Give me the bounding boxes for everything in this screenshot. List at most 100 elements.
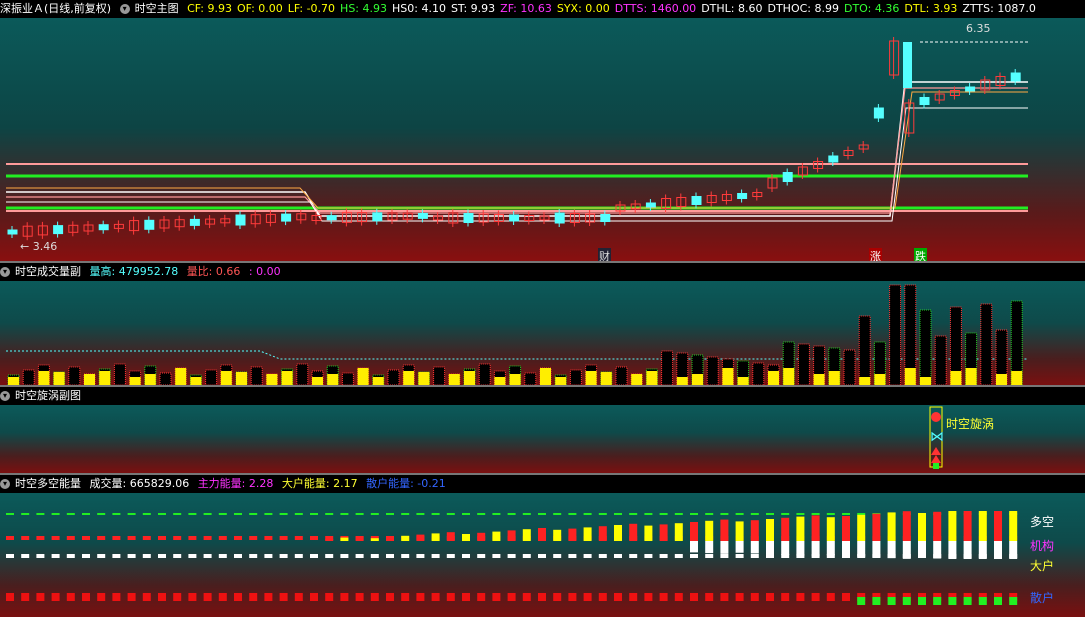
volume-bar-fill [418,372,430,385]
vortex-signal-label: 时空旋涡 [946,417,995,431]
indicator-values: CF: 9.93 OF: 0.00 LF: -0.70 HS: 4.93 HS0: 4.… [187,2,1041,15]
vortex-title[interactable]: 时空旋涡副图 [15,389,81,402]
volume-bar-fill [357,368,369,385]
energy-bar-white [872,541,881,558]
energy-dash [690,513,698,515]
candle-body [189,218,200,226]
energy-white-mark [112,554,121,558]
energy-dash [401,513,410,515]
energy-bar [735,521,744,541]
candle-body [417,212,428,219]
energy-dash [674,513,683,515]
energy-bottom-mark [720,593,729,601]
energy-bottom-mark [51,593,60,601]
energy-bottom-mark [462,593,470,601]
energy-bar [325,538,334,541]
energy-green-mark [963,597,972,605]
indicator-name[interactable]: 时空主图 [135,2,179,15]
energy-menu-icon[interactable]: ▾ [0,479,10,489]
volume-bar-fill [1011,371,1023,385]
energy-bottom-mark [203,593,212,601]
energy-bottom-mark [142,593,151,601]
energy-dash [294,513,303,515]
tag-finance[interactable]: 财 [598,248,611,262]
energy-bottom-mark [340,593,349,601]
energy-white-mark [750,554,759,558]
candle-body [919,97,930,105]
candle-body [98,224,109,231]
candle-body [281,213,292,222]
energy-red-mark [97,536,106,540]
volume-title[interactable]: 时空成交量副 [15,265,81,278]
tag-rise[interactable]: 涨 [869,248,882,262]
energy-red-mark [264,536,273,540]
volume-bar-fill [494,377,506,385]
energy-white-mark [614,554,622,558]
energy-white-mark [766,554,774,558]
energy-bar [370,538,379,541]
energy-dash [310,513,318,515]
volume-bar-fill [327,374,339,385]
energy-bar-white [963,541,972,559]
volume-bar-fill [722,368,734,385]
volume-bar-fill [8,377,19,385]
volume-header: ▾ 时空成交量副 量高: 479952.78 量比: 0.66 : 0.00 [0,263,1085,281]
tag-fall[interactable]: 跌 [914,248,927,262]
energy-dash [264,513,273,515]
vortex-header: ▾ 时空旋涡副图 [0,387,1085,405]
energy-red-mark [127,536,136,540]
energy-dash [553,513,562,515]
volume-panel[interactable]: ▾ 时空成交量副 量高: 479952.78 量比: 0.66 : 0.00 [0,263,1085,385]
energy-dash [279,513,288,515]
indicator-value: DTHOC: 8.99 [767,2,839,15]
energy-dash [325,513,334,515]
energy-dash [355,513,364,515]
energy-dash [522,513,531,515]
energy-white-mark [218,554,227,558]
volume-bar [205,369,218,385]
energy-legend-retail: 散户 [1030,591,1055,605]
energy-bottom-mark [310,593,318,601]
energy-red-mark [142,536,151,540]
energy-white-mark [234,554,242,558]
vortex-area: ⋈ 时空旋涡 [0,405,1085,473]
vortex-menu-icon[interactable]: ▾ [0,391,10,401]
vortex-panel[interactable]: ▾ 时空旋涡副图 ⋈ 时空旋涡 [0,387,1085,473]
energy-dash [796,513,805,515]
energy-bar-white [902,541,911,559]
energy-bottom-mark [477,593,486,601]
energy-dash [416,513,425,515]
energy-bottom-mark [826,593,835,601]
energy-bottom-mark [264,593,273,601]
energy-white-mark [659,554,668,558]
volume-bar-fill [646,371,658,385]
energy-bottom-mark [583,593,592,601]
indicator-value: SYX: 0.00 [556,2,610,15]
energy-white-mark [735,554,744,558]
volume-bar-fill [266,374,278,385]
energy-green-mark [933,597,942,605]
energy-bar-white [918,541,926,558]
indicator-menu-icon[interactable]: ▾ [119,4,130,14]
vortex-marker [933,463,939,469]
energy-bar [766,519,774,541]
energy-title[interactable]: 时空多空能量 [15,477,81,490]
energy-panel[interactable]: ▾ 时空多空能量 成交量: 665829.06 主力能量: 2.28 大户能量: … [0,475,1085,617]
energy-bar [492,531,501,541]
energy-white-mark [644,554,653,558]
energy-white-mark [6,554,14,558]
energy-dash [462,513,470,515]
energy-white-mark [355,554,364,558]
volume-bar-fill [950,371,962,385]
energy-bar [705,520,714,541]
volume-menu-icon[interactable]: ▾ [0,267,10,277]
energy-bar [416,534,425,541]
energy-white-mark [21,554,30,558]
main-chart-panel[interactable]: 深振业Ａ(日线,前复权) ▾ 时空主图 CF: 9.93 OF: 0.00 LF: -… [0,0,1085,262]
energy-green-mark [978,597,987,605]
energy-bottom-mark [218,593,227,601]
energy-bottom-mark [6,593,14,601]
main-chart-header: 深振业Ａ(日线,前复权) ▾ 时空主图 CF: 9.93 OF: 0.00 LF: -… [0,0,1085,18]
volume-bar-fill [99,371,111,385]
candle-body [965,86,976,92]
